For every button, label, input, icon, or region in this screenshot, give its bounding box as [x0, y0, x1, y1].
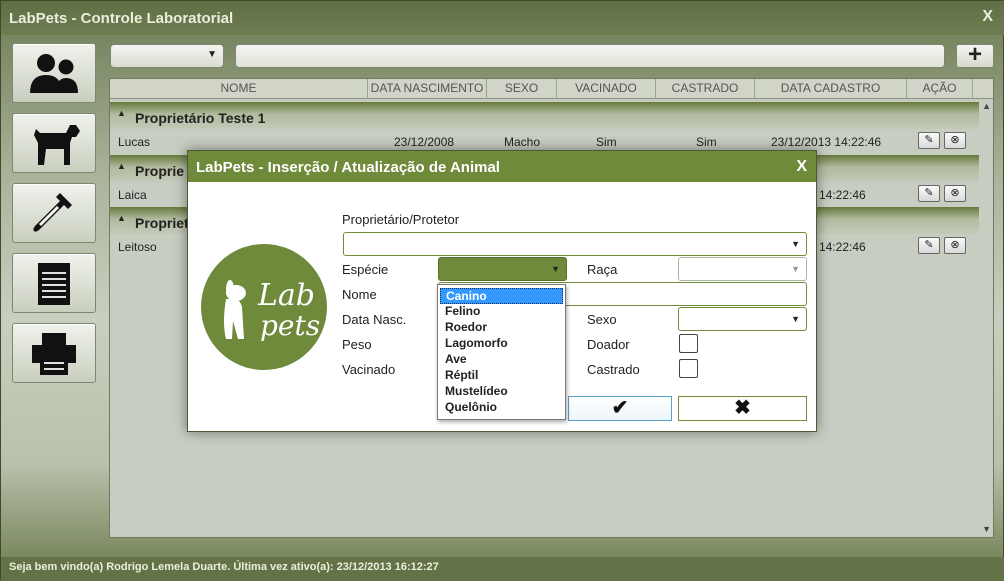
filter-select[interactable]: ▼ — [110, 44, 224, 68]
dialog-close-button[interactable]: X — [796, 158, 807, 176]
column-header-castrado[interactable]: CASTRADO — [656, 79, 755, 99]
dialog-title-bar: LabPets - Inserção / Atualização de Anim… — [188, 151, 816, 182]
label-doador: Doador — [587, 337, 630, 352]
add-button[interactable]: + — [956, 43, 994, 68]
sidebar-print-button[interactable] — [12, 323, 96, 383]
labpets-logo: Lab pets — [201, 244, 327, 370]
collapse-caret-icon[interactable]: ▲ — [117, 108, 126, 118]
sexo-select[interactable]: ▼ — [678, 307, 807, 331]
label-sexo: Sexo — [587, 312, 617, 327]
save-button[interactable]: ✔ — [568, 396, 672, 421]
cell-cadastro: 14:22:46 — [819, 240, 866, 254]
title-bar: LabPets - Controle Laboratorial X — [1, 1, 1004, 35]
column-header-sexo[interactable]: SEXO — [487, 79, 557, 99]
cell-nascimento: 23/12/2008 — [394, 135, 455, 149]
svg-text:pets: pets — [260, 309, 320, 342]
cancel-button[interactable]: ✖ — [678, 396, 807, 421]
edit-button[interactable]: ✎ — [918, 132, 940, 149]
proprietario-select[interactable]: ▼ — [343, 232, 807, 256]
label-vacinado: Vacinado — [342, 362, 396, 377]
chevron-down-icon: ▼ — [791, 239, 800, 249]
status-bar: Seja bem vindo(a) Rodrigo Lemela Duarte.… — [1, 557, 1004, 581]
especie-option[interactable]: Ave — [440, 352, 563, 368]
label-raca: Raça — [587, 262, 618, 277]
column-header-nascimento[interactable]: DATA NASCIMENTO — [368, 79, 487, 99]
sidebar-records-button[interactable] — [12, 253, 96, 313]
collapse-caret-icon[interactable]: ▲ — [117, 161, 126, 171]
cell-nome: Laica — [118, 188, 147, 202]
window-close-button[interactable]: X — [982, 8, 993, 26]
cell-castrado: Sim — [696, 135, 717, 149]
label-especie: Espécie — [342, 262, 389, 277]
chevron-down-icon: ▼ — [551, 264, 560, 274]
delete-button[interactable]: ⊗ — [944, 185, 966, 202]
column-header-acao[interactable]: AÇÃO — [907, 79, 973, 99]
especie-option[interactable]: Roedor — [440, 320, 563, 336]
group-name: Proprie — [135, 163, 185, 179]
especie-option[interactable]: Canino — [440, 288, 563, 304]
cell-nome: Leitoso — [118, 240, 157, 254]
printer-icon — [32, 333, 76, 375]
especie-option[interactable]: Mustelídeo — [440, 384, 563, 400]
search-input[interactable] — [235, 44, 945, 68]
cell-cadastro: 14:22:46 — [819, 188, 866, 202]
label-proprietario: Proprietário/Protetor — [342, 212, 460, 227]
scroll-down-arrow[interactable]: ▼ — [982, 524, 991, 534]
dog-icon — [34, 125, 80, 165]
cell-vacinado: Sim — [596, 135, 617, 149]
chevron-down-icon: ▼ — [207, 49, 217, 60]
chevron-down-icon: ▼ — [791, 314, 800, 324]
column-header-nome[interactable]: NOME — [110, 79, 368, 99]
window-title: LabPets - Controle Laboratorial — [9, 10, 234, 27]
doador-checkbox[interactable] — [679, 334, 698, 353]
cell-nome: Lucas — [118, 135, 151, 149]
owners-icon — [30, 54, 78, 93]
raca-select[interactable]: ▼ — [678, 257, 807, 281]
status-text: Seja bem vindo(a) Rodrigo Lemela Duarte.… — [9, 561, 439, 573]
label-castrado: Castrado — [587, 362, 640, 377]
scroll-up-arrow[interactable]: ▲ — [982, 101, 991, 111]
label-data-nasc: Data Nasc. — [342, 312, 407, 327]
cell-sexo: Macho — [504, 135, 541, 149]
group-name: Propriet — [135, 215, 189, 231]
sidebar-lab-button[interactable] — [12, 183, 96, 243]
collapse-caret-icon[interactable]: ▲ — [117, 213, 126, 223]
especie-option[interactable]: Réptil — [440, 368, 563, 384]
label-nome: Nome — [342, 287, 377, 302]
especie-option[interactable]: Felino — [440, 304, 563, 320]
grid-header: NOME DATA NASCIMENTO SEXO VACINADO CASTR… — [110, 79, 993, 99]
delete-button[interactable]: ⊗ — [944, 132, 966, 149]
column-header-cadastro[interactable]: DATA CADASTRO — [755, 79, 907, 99]
delete-button[interactable]: ⊗ — [944, 237, 966, 254]
dialog-title: LabPets - Inserção / Atualização de Anim… — [196, 159, 500, 176]
column-header-vacinado[interactable]: VACINADO — [557, 79, 656, 99]
especie-option[interactable]: Quelônio — [440, 400, 563, 416]
chevron-down-icon: ▼ — [791, 264, 800, 274]
group-name: Proprietário Teste 1 — [135, 110, 266, 126]
castrado-checkbox[interactable] — [679, 359, 698, 378]
edit-button[interactable]: ✎ — [918, 237, 940, 254]
svg-text:Lab: Lab — [257, 278, 315, 313]
cell-cadastro: 23/12/2013 14:22:46 — [771, 135, 882, 149]
group-header[interactable]: ▲ Proprietário Teste 1 — [110, 102, 979, 129]
sidebar-owners-button[interactable] — [12, 43, 96, 103]
label-peso: Peso — [342, 337, 372, 352]
especie-select[interactable]: ▼ — [438, 257, 567, 281]
sidebar-animals-button[interactable] — [12, 113, 96, 173]
notepad-icon — [38, 263, 70, 305]
dropper-icon — [33, 193, 72, 232]
especie-dropdown-list: Canino Felino Roedor Lagomorfo Ave Répti… — [437, 284, 566, 420]
especie-option[interactable]: Lagomorfo — [440, 336, 563, 352]
edit-button[interactable]: ✎ — [918, 185, 940, 202]
